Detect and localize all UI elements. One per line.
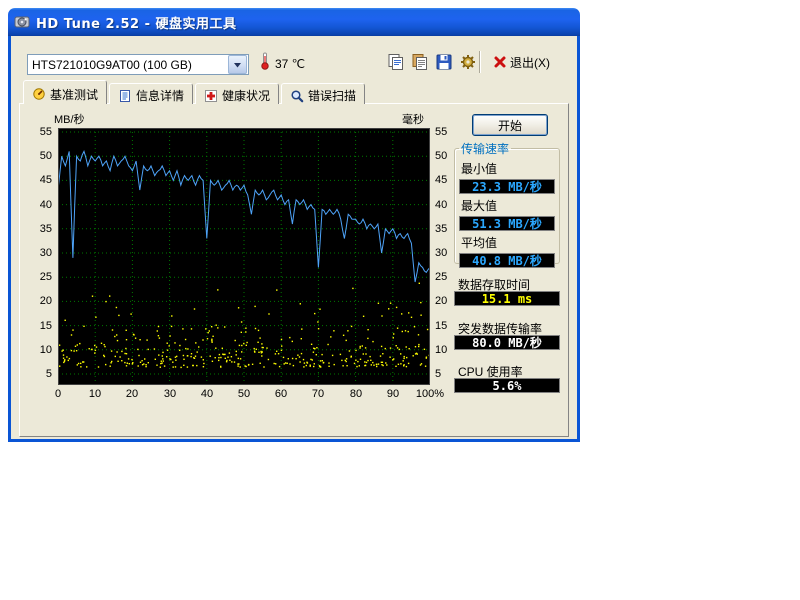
save-floppy-icon bbox=[435, 53, 453, 71]
thermometer-icon bbox=[259, 52, 271, 73]
copy-screenshot-button[interactable] bbox=[385, 51, 407, 73]
y-tick-label: 10 bbox=[26, 344, 52, 356]
y-tick-label: 30 bbox=[26, 247, 52, 259]
x-tick-label: 20 bbox=[112, 388, 152, 400]
x-tick-label: 40 bbox=[187, 388, 227, 400]
min-label: 最小值 bbox=[461, 160, 555, 177]
x-tick-label: 60 bbox=[261, 388, 301, 400]
avg-value: 40.8 MB/秒 bbox=[459, 253, 555, 268]
drive-select-value: HTS721010G9AT00 (100 GB) bbox=[28, 58, 227, 72]
x-tick-label: 100% bbox=[410, 388, 450, 400]
x-tick-label: 0 bbox=[38, 388, 78, 400]
y-tick-label: 55 bbox=[435, 126, 465, 138]
info-page-icon bbox=[118, 89, 132, 103]
y-tick-label: 15 bbox=[26, 320, 52, 332]
y-axis-left-ticks: 55 50 45 40 35 30 25 20 15 10 5 bbox=[26, 128, 54, 385]
y-tick-label: 45 bbox=[26, 174, 52, 186]
tab-benchmark-label: 基准测试 bbox=[50, 86, 98, 103]
chevron-down-icon bbox=[233, 61, 242, 69]
health-cross-icon bbox=[204, 89, 218, 103]
gear-icon bbox=[459, 53, 477, 71]
x-tick-label: 10 bbox=[75, 388, 115, 400]
tab-error-scan-label: 错误扫描 bbox=[308, 87, 356, 104]
benchmark-page: MB/秒 毫秒 555045403530252015105 5550454035… bbox=[19, 103, 569, 437]
avg-label: 平均值 bbox=[461, 234, 555, 251]
y-tick-label: 35 bbox=[26, 223, 52, 235]
y-tick-label: 40 bbox=[26, 199, 52, 211]
x-tick-label: 80 bbox=[336, 388, 376, 400]
client-area: HTS721010G9AT00 (100 GB) 37 ℃ bbox=[8, 36, 580, 442]
min-value: 23.3 MB/秒 bbox=[459, 179, 555, 194]
tab-error-scan[interactable]: 错误扫描 bbox=[281, 83, 365, 104]
tab-benchmark[interactable]: 基准测试 bbox=[23, 80, 107, 104]
benchmark-gauge-icon bbox=[32, 87, 46, 101]
y-tick-label: 20 bbox=[26, 295, 52, 307]
titlebar[interactable]: HD Tune 2.52 - 硬盘实用工具 bbox=[8, 8, 580, 36]
tab-info[interactable]: 信息详情 bbox=[109, 83, 193, 104]
hdtune-window: HD Tune 2.52 - 硬盘实用工具 bbox=[8, 8, 580, 442]
x-tick-label: 90 bbox=[373, 388, 413, 400]
window-title: HD Tune 2.52 - 硬盘实用工具 bbox=[36, 13, 237, 32]
drive-select[interactable]: HTS721010G9AT00 (100 GB) bbox=[27, 54, 249, 75]
copy-screenshot-icon bbox=[387, 53, 405, 71]
transfer-rate-group-title: 传输速率 bbox=[459, 140, 511, 157]
burst-rate-value: 80.0 MB/秒 bbox=[454, 335, 560, 350]
y-tick-label: 55 bbox=[26, 126, 52, 138]
app-icon bbox=[14, 14, 30, 30]
exit-label: 退出(X) bbox=[510, 54, 550, 71]
benchmark-chart bbox=[58, 128, 430, 385]
x-tick-label: 70 bbox=[298, 388, 338, 400]
magnifier-icon bbox=[290, 89, 304, 103]
x-tick-label: 50 bbox=[224, 388, 264, 400]
y-tick-label: 25 bbox=[26, 271, 52, 283]
cpu-usage-value: 5.6% bbox=[454, 378, 560, 393]
x-tick-label: 30 bbox=[150, 388, 190, 400]
exit-x-icon bbox=[493, 55, 507, 69]
y-tick-label: 50 bbox=[26, 150, 52, 162]
exit-button[interactable]: 退出(X) bbox=[486, 51, 557, 73]
tab-health-label: 健康状况 bbox=[222, 87, 270, 104]
drive-select-dropdown-button[interactable] bbox=[228, 55, 247, 74]
copy-text-icon bbox=[411, 53, 429, 71]
tab-info-label: 信息详情 bbox=[136, 87, 184, 104]
start-button[interactable]: 开始 bbox=[472, 114, 548, 136]
copy-text-button[interactable] bbox=[409, 51, 431, 73]
toolbar-separator bbox=[479, 51, 480, 73]
tab-health[interactable]: 健康状况 bbox=[195, 83, 279, 104]
tab-strip: 基准测试 信息详情 健 bbox=[23, 80, 367, 104]
transfer-rate-group: 传输速率 最小值 23.3 MB/秒 最大值 51.3 MB/秒 平均值 40.… bbox=[454, 140, 560, 264]
y-tick-label: 5 bbox=[26, 368, 52, 380]
left-axis-label: MB/秒 bbox=[54, 111, 85, 127]
temperature-value: 37 ℃ bbox=[275, 57, 305, 71]
save-screenshot-button[interactable] bbox=[433, 51, 455, 73]
options-button[interactable] bbox=[457, 51, 479, 73]
max-value: 51.3 MB/秒 bbox=[459, 216, 555, 231]
right-axis-label: 毫秒 bbox=[402, 111, 424, 127]
max-label: 最大值 bbox=[461, 197, 555, 214]
access-time-value: 15.1 ms bbox=[454, 291, 560, 306]
x-axis-ticks: 0102030405060708090100% bbox=[20, 388, 480, 402]
